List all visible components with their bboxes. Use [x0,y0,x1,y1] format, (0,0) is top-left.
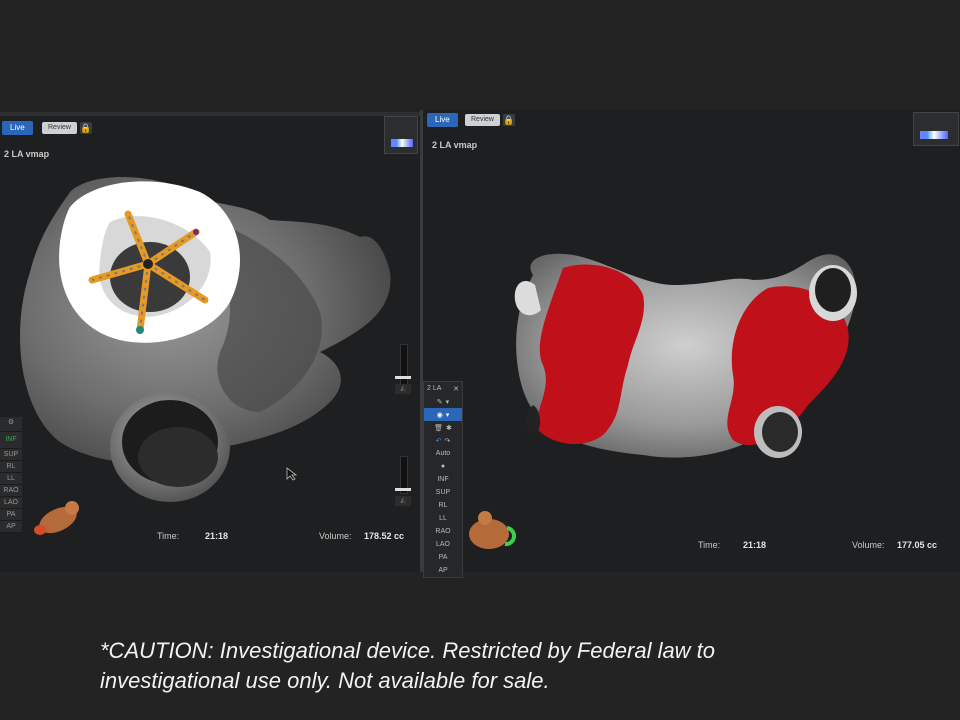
time-label: Time: [698,540,721,550]
torso-orientation-icon[interactable] [28,492,88,542]
view-button[interactable]: AP [424,564,462,577]
view-button-inf[interactable]: INF [0,432,22,449]
slider-top-cap: ◭ [395,384,411,394]
redo-icon[interactable]: ↷ [445,437,451,445]
volume-label: Volume: [319,531,352,541]
toolbox-title: 2 LA [427,385,442,392]
auto-label[interactable]: Auto [424,447,462,460]
settings-icon[interactable]: ✱ [446,424,452,432]
view-button[interactable]: PA [0,509,22,521]
left-3d-view[interactable]: Live Review 🔒 2 LA vmap ⚙ INF SUP RL LL … [0,112,420,572]
view-button[interactable]: AP [0,521,22,533]
volume-value: 177.05 cc [897,540,938,550]
slider-top[interactable] [400,344,408,386]
view-button[interactable]: RL [424,499,462,512]
time-label: Time: [157,531,180,541]
view-button[interactable]: LL [424,512,462,525]
chevron-down-icon[interactable]: ▾ [446,411,450,419]
view-button[interactable]: RAO [0,485,22,497]
view-button[interactable]: LL [0,473,22,485]
slider-bottom-knob[interactable] [395,488,411,491]
view-button[interactable]: INF [424,473,462,486]
select-icon[interactable]: ◉ [437,411,443,419]
trash-icon[interactable]: 🗑 [434,424,443,432]
volume-label: Volume: [852,540,885,550]
view-button[interactable]: LAO [0,497,22,509]
caution-caption: *CAUTION: Investigational device. Restri… [100,636,920,696]
settings-icon[interactable]: ⚙ [0,417,22,432]
time-value: 21:18 [205,531,229,541]
view-button-list: ⚙ INF SUP RL LL RAO LAO PA AP [0,417,22,533]
map-toolbox: 2 LA ✕ ✎ ▾ ◉ ▾ 🗑 ✱ ↶ ↷ Auto ● INF SUP RL LL … [423,381,463,578]
volume-value: 178.52 cc [364,531,405,541]
right-3d-view[interactable]: Live Review 🔒 2 LA vmap Time: 21:18 Volu… [423,110,960,572]
brush-icon[interactable]: ✎ [437,398,443,406]
caption-line-2: investigational use only. Not available … [100,668,550,693]
cursor-icon [286,467,298,481]
time-value: 21:18 [743,540,767,550]
dot-icon: ● [440,463,446,470]
torso-orientation-icon[interactable] [461,506,521,556]
caption-line-1: *CAUTION: Investigational device. Restri… [100,638,716,663]
view-button[interactable]: PA [424,551,462,564]
view-button[interactable]: LAO [424,538,462,551]
view-button[interactable]: RL [0,461,22,473]
view-button[interactable]: SUP [0,449,22,461]
chevron-down-icon[interactable]: ▾ [446,398,450,406]
close-icon[interactable]: ✕ [453,385,459,393]
view-button[interactable]: SUP [424,486,462,499]
atrium-mesh-right[interactable] [423,110,960,572]
undo-icon[interactable]: ↶ [436,437,442,445]
slider-bottom-cap: ◭ [395,496,411,506]
view-button[interactable]: RAO [424,525,462,538]
slider-top-knob[interactable] [395,376,411,379]
